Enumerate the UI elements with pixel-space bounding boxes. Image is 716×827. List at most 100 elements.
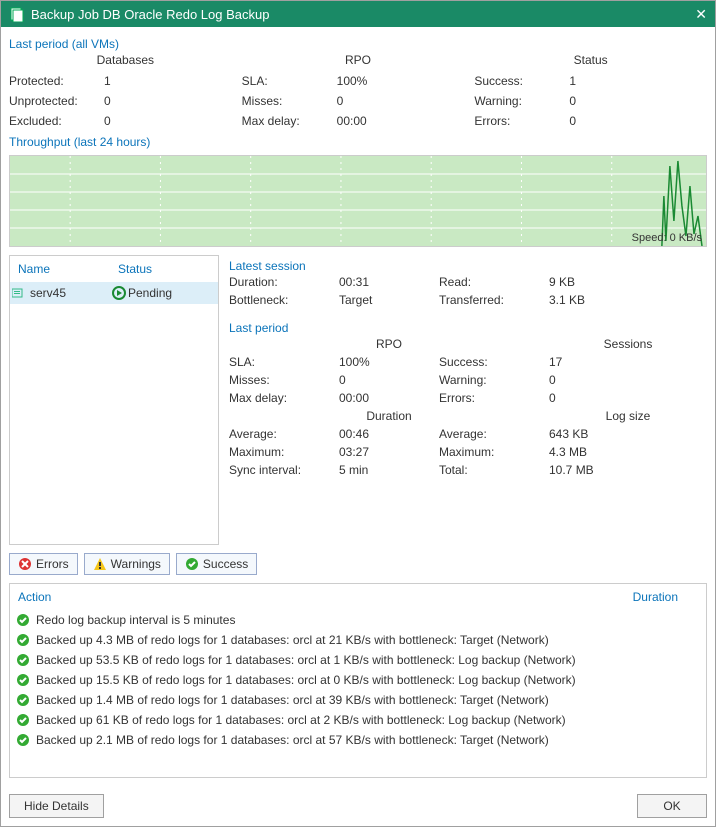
sla2-value: 100% (339, 355, 439, 369)
excluded-value: 0 (104, 114, 111, 128)
transferred-label: Transferred: (439, 293, 549, 307)
last-period-label2: Last period (229, 317, 707, 337)
col-status[interactable]: Status (110, 256, 160, 282)
stats-row1: Protected:1 SLA:100% Success:1 (9, 71, 707, 91)
success-label: Success: (474, 74, 569, 88)
stats-row2: Unprotected:0 Misses:0 Warning:0 (9, 91, 707, 111)
stats-headers: Databases RPO Status (9, 53, 707, 71)
action-text: Backed up 4.3 MB of redo logs for 1 data… (36, 633, 549, 647)
throughput-label: Throughput (last 24 hours) (9, 131, 707, 151)
max-value: 03:27 (339, 445, 439, 459)
unprotected-label: Unprotected: (9, 94, 104, 108)
errors2-label: Errors: (439, 391, 549, 405)
hide-details-button[interactable]: Hide Details (9, 794, 104, 818)
bottleneck-value: Target (339, 293, 439, 307)
avg2-label: Average: (439, 427, 549, 441)
action-text: Backed up 1.4 MB of redo logs for 1 data… (36, 693, 549, 707)
success-icon (16, 713, 30, 727)
duration-value: 00:31 (339, 275, 439, 289)
bottleneck-label: Bottleneck: (229, 293, 339, 307)
sla-label: SLA: (242, 74, 337, 88)
filter-warnings-label: Warnings (111, 557, 161, 571)
misses2-label: Misses: (229, 373, 339, 387)
filter-bar: Errors Warnings Success (9, 553, 707, 575)
protected-label: Protected: (9, 74, 104, 88)
hdr-logsize: Log size (549, 409, 707, 423)
filter-errors-label: Errors (36, 557, 69, 571)
success-icon (16, 613, 30, 627)
max2-value: 4.3 MB (549, 445, 707, 459)
close-icon[interactable]: ✕ (695, 6, 707, 23)
action-header-action[interactable]: Action (18, 590, 633, 604)
col-name[interactable]: Name (10, 256, 110, 282)
total-value: 10.7 MB (549, 463, 707, 477)
details-panel: Latest session Duration:00:31 Read:9 KB … (229, 255, 707, 545)
success-icon (16, 653, 30, 667)
max-label: Maximum: (229, 445, 339, 459)
server-icon (10, 287, 28, 299)
warning-label: Warning: (474, 94, 569, 108)
excluded-label: Excluded: (9, 114, 104, 128)
success2-value: 17 (549, 355, 707, 369)
sync-value: 5 min (339, 463, 439, 477)
action-list[interactable]: Redo log backup interval is 5 minutes Ba… (10, 610, 706, 777)
action-row[interactable]: Redo log backup interval is 5 minutes (16, 610, 706, 630)
job-icon (9, 6, 25, 22)
action-header-duration[interactable]: Duration (633, 590, 678, 604)
filter-success-label: Success (203, 557, 248, 571)
hdr-rpo: RPO (339, 337, 439, 351)
maxdelay2-value: 00:00 (339, 391, 439, 405)
filter-warnings-button[interactable]: Warnings (84, 553, 170, 575)
maxdelay-value: 00:00 (337, 114, 367, 128)
pending-icon (110, 286, 128, 300)
vm-status: Pending (128, 286, 172, 300)
warning2-label: Warning: (439, 373, 549, 387)
action-text: Backed up 2.1 MB of redo logs for 1 data… (36, 733, 549, 747)
filter-errors-button[interactable]: Errors (9, 553, 78, 575)
success-icon (16, 733, 30, 747)
action-row[interactable]: Backed up 1.4 MB of redo logs for 1 data… (16, 690, 706, 710)
action-panel: Action Duration Redo log backup interval… (9, 583, 707, 778)
latest-session-label: Latest session (229, 255, 707, 275)
action-text: Backed up 53.5 KB of redo logs for 1 dat… (36, 653, 576, 667)
maxdelay-label: Max delay: (242, 114, 337, 128)
header-rpo: RPO (242, 53, 475, 71)
success-value: 1 (569, 74, 576, 88)
stats-row3: Excluded:0 Max delay:00:00 Errors:0 (9, 111, 707, 131)
warning-icon (93, 557, 107, 571)
ok-button[interactable]: OK (637, 794, 707, 818)
max2-label: Maximum: (439, 445, 549, 459)
error-icon (18, 557, 32, 571)
warning2-value: 0 (549, 373, 707, 387)
action-text: Redo log backup interval is 5 minutes (36, 613, 235, 627)
window-title: Backup Job DB Oracle Redo Log Backup (31, 7, 695, 22)
read-value: 9 KB (549, 275, 707, 289)
avg2-value: 643 KB (549, 427, 707, 441)
success-icon (16, 693, 30, 707)
misses-value: 0 (337, 94, 344, 108)
hdr-duration: Duration (339, 409, 439, 423)
title-bar: Backup Job DB Oracle Redo Log Backup ✕ (1, 1, 715, 27)
throughput-chart: Speed: 0 KB/s (9, 155, 707, 247)
maxdelay2-label: Max delay: (229, 391, 339, 405)
vm-list: Name Status serv45 Pending (9, 255, 219, 545)
action-row[interactable]: Backed up 15.5 KB of redo logs for 1 dat… (16, 670, 706, 690)
vm-row[interactable]: serv45 Pending (10, 282, 218, 304)
last-period-label: Last period (all VMs) (9, 33, 707, 53)
action-row[interactable]: Backed up 53.5 KB of redo logs for 1 dat… (16, 650, 706, 670)
avg-value: 00:46 (339, 427, 439, 441)
hdr-sessions: Sessions (549, 337, 707, 351)
header-databases: Databases (9, 53, 242, 71)
filter-success-button[interactable]: Success (176, 553, 257, 575)
action-row[interactable]: Backed up 61 KB of redo logs for 1 datab… (16, 710, 706, 730)
sync-label: Sync interval: (229, 463, 339, 477)
errors2-value: 0 (549, 391, 707, 405)
success-icon (185, 557, 199, 571)
vm-name: serv45 (28, 286, 110, 300)
protected-value: 1 (104, 74, 111, 88)
action-row[interactable]: Backed up 2.1 MB of redo logs for 1 data… (16, 730, 706, 750)
avg-label: Average: (229, 427, 339, 441)
action-header: Action Duration (10, 584, 706, 610)
misses-label: Misses: (242, 94, 337, 108)
action-row[interactable]: Backed up 4.3 MB of redo logs for 1 data… (16, 630, 706, 650)
